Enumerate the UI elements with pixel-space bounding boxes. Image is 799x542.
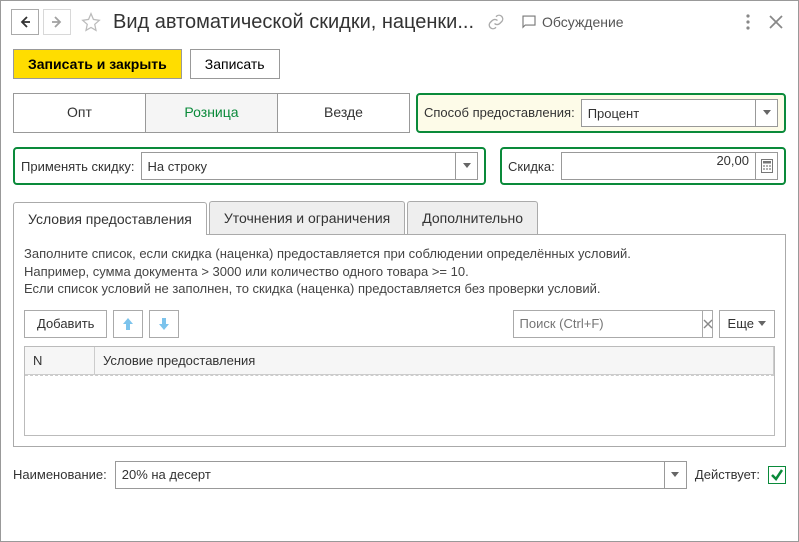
arrow-right-icon [51, 16, 63, 28]
chat-icon [520, 13, 538, 31]
search-input[interactable] [514, 311, 702, 337]
discussion-button[interactable]: Обсуждение [520, 13, 624, 31]
active-label: Действует: [695, 467, 760, 482]
tab-refinements[interactable]: Уточнения и ограничения [209, 201, 405, 234]
apply-value: На строку [142, 159, 455, 174]
x-icon [703, 319, 713, 329]
arrow-up-icon [122, 317, 134, 331]
add-button[interactable]: Добавить [24, 310, 107, 338]
search-clear-button[interactable] [702, 311, 713, 337]
tab-conditions[interactable]: Условия предоставления [13, 202, 207, 235]
nav-forward-button[interactable] [43, 9, 71, 35]
nav-back-button[interactable] [11, 9, 39, 35]
chevron-down-icon [763, 110, 771, 116]
save-close-button[interactable]: Записать и закрыть [13, 49, 182, 79]
apply-dropdown[interactable] [455, 153, 477, 179]
link-icon [487, 13, 505, 31]
apply-label: Применять скидку: [21, 159, 135, 174]
grid-body[interactable] [25, 375, 774, 431]
provision-dropdown[interactable] [755, 100, 777, 126]
provision-method-box: Способ предоставления: Процент [416, 93, 786, 133]
discount-label: Скидка: [508, 159, 555, 174]
favorite-button[interactable] [79, 10, 103, 34]
window-title: Вид автоматической скидки, наценки... [113, 11, 474, 34]
segment-retail[interactable]: Розница [146, 94, 278, 132]
kebab-button[interactable] [736, 10, 760, 34]
apply-discount-box: Применять скидку: На строку [13, 147, 486, 185]
more-button[interactable]: Еще [719, 310, 775, 338]
conditions-hint: Заполните список, если скидка (наценка) … [24, 245, 775, 298]
calculator-icon [761, 159, 773, 173]
kebab-icon [746, 14, 750, 30]
provision-select[interactable]: Процент [581, 99, 778, 127]
segment-opt[interactable]: Опт [14, 94, 146, 132]
name-dropdown[interactable] [664, 462, 686, 488]
active-checkbox[interactable] [768, 466, 786, 484]
tab-additional[interactable]: Дополнительно [407, 201, 538, 234]
chevron-down-icon [671, 472, 679, 478]
star-icon [81, 12, 101, 32]
calculator-button[interactable] [756, 152, 778, 180]
name-select[interactable]: 20% на десерт [115, 461, 687, 489]
scope-segmented: Опт Розница Везде [13, 93, 410, 133]
name-label: Наименование: [13, 467, 107, 482]
provision-value: Процент [582, 106, 755, 121]
close-icon [769, 15, 783, 29]
check-icon [770, 468, 784, 482]
move-down-button[interactable] [149, 310, 179, 338]
discussion-label: Обсуждение [542, 14, 624, 30]
apply-select[interactable]: На строку [141, 152, 478, 180]
segment-everywhere[interactable]: Везде [278, 94, 409, 132]
provision-label: Способ предоставления: [424, 105, 575, 121]
discount-input[interactable]: 20,00 [561, 152, 756, 180]
conditions-grid: N Условие предоставления [24, 346, 775, 436]
move-up-button[interactable] [113, 310, 143, 338]
save-button[interactable]: Записать [190, 49, 280, 79]
column-header-n[interactable]: N [25, 347, 95, 374]
link-button[interactable] [484, 10, 508, 34]
chevron-down-icon [758, 321, 766, 327]
close-button[interactable] [764, 10, 788, 34]
search-box [513, 310, 713, 338]
arrow-down-icon [158, 317, 170, 331]
chevron-down-icon [463, 163, 471, 169]
discount-box: Скидка: 20,00 [500, 147, 786, 185]
name-value: 20% на десерт [116, 467, 664, 482]
column-header-condition[interactable]: Условие предоставления [95, 347, 774, 374]
arrow-left-icon [19, 16, 31, 28]
more-label: Еще [728, 316, 754, 331]
